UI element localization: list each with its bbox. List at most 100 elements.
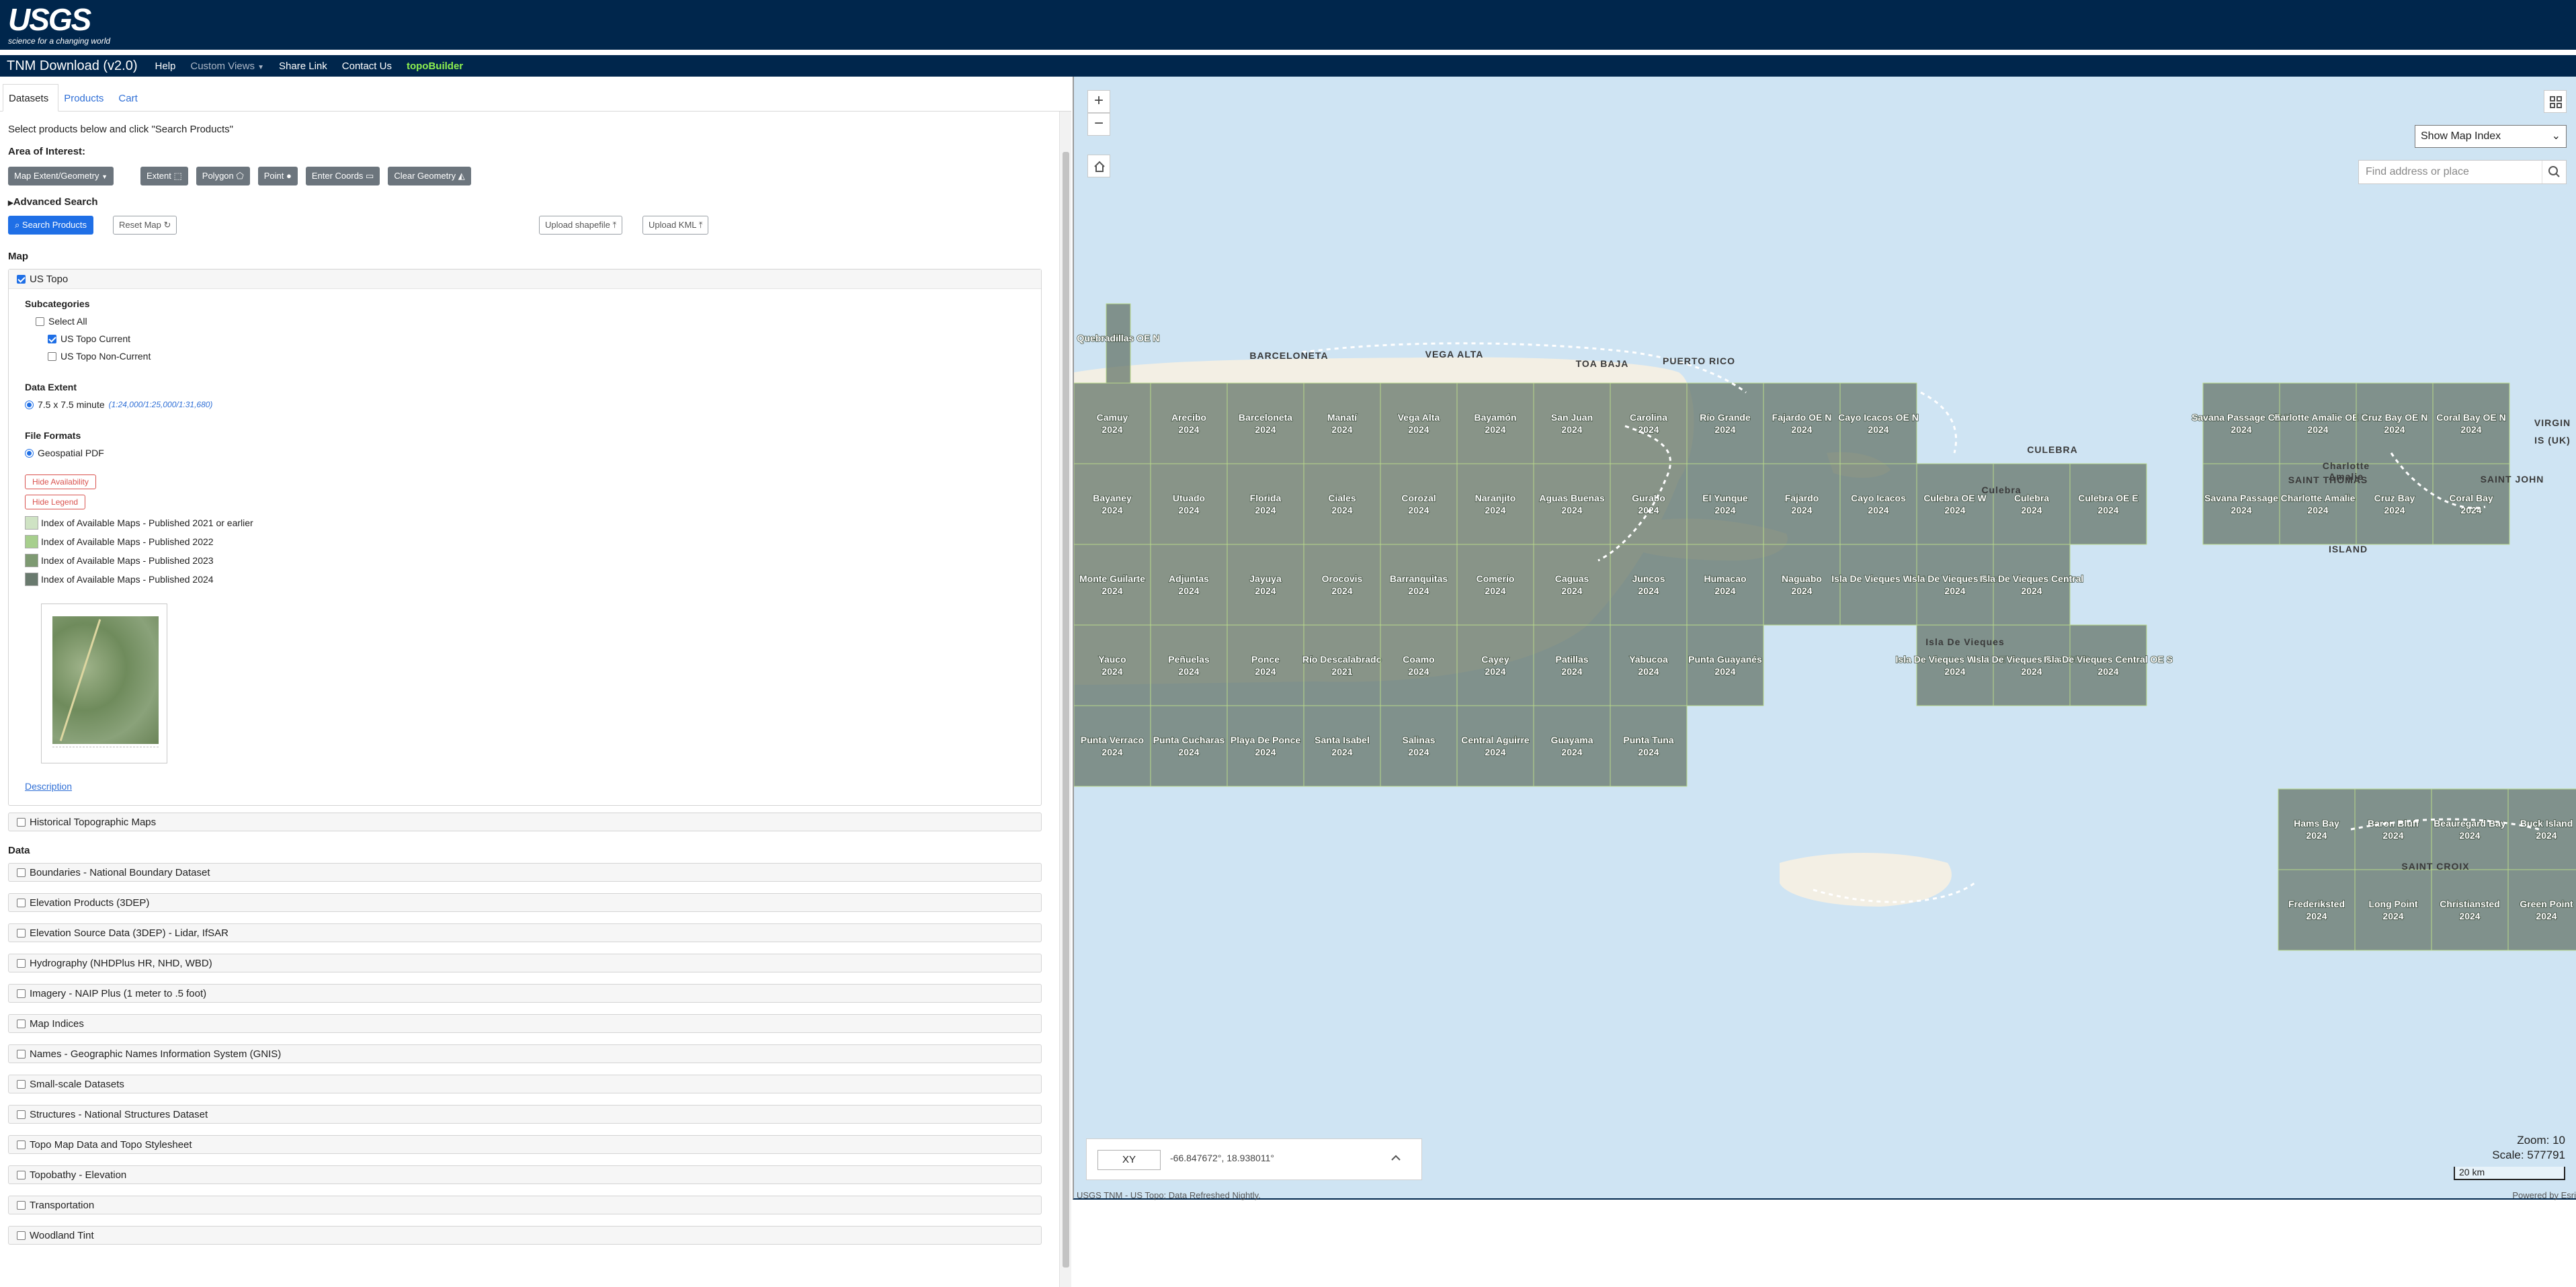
format-option-row[interactable]: Geospatial PDF [25,448,1025,458]
map-index-tile[interactable] [2279,382,2357,464]
map-index-tile[interactable] [1227,463,1304,545]
dataset-checkbox[interactable] [17,1170,26,1179]
map-index-tile[interactable] [1303,382,1381,464]
basemap-gallery-button[interactable] [2544,90,2567,113]
map-index-tile[interactable] [2069,624,2147,706]
dataset-accordion[interactable]: Small-scale Datasets [8,1075,1042,1093]
map-index-tile[interactable] [1456,624,1534,706]
map-index-tile[interactable] [1533,624,1611,706]
map-index-tile[interactable] [1610,624,1688,706]
map-index-tile[interactable] [1686,544,1764,626]
scrollbar-thumb[interactable] [1063,152,1069,1268]
map-index-tile[interactable] [1150,463,1228,545]
map-index-tile[interactable] [1456,705,1534,787]
dataset-checkbox[interactable] [17,1231,26,1240]
dataset-accordion[interactable]: Topo Map Data and Topo Stylesheet [8,1135,1042,1154]
map-index-tile[interactable] [1303,544,1381,626]
map-index-tile[interactable] [1686,463,1764,545]
map-index-tile[interactable] [1380,544,1458,626]
usgs-logo[interactable]: USGS science for a changing world [8,4,122,47]
map-index-tile[interactable] [1074,705,1151,787]
map-index-tile[interactable] [1533,705,1611,787]
map-index-tile[interactable] [1763,382,1841,464]
us-topo-header[interactable]: US Topo [9,269,1041,289]
tab-products[interactable]: Products [58,93,113,111]
point-button[interactable]: Point ● [257,167,298,185]
chevron-up-icon[interactable] [1389,1151,1403,1165]
map-index-tile[interactable] [1993,624,2071,706]
dataset-checkbox[interactable] [17,1110,26,1119]
map-index-tile[interactable] [1456,463,1534,545]
map-index-tile[interactable] [2431,788,2509,870]
us-topo-sample-thumbnail[interactable] [41,604,167,763]
map-index-tile[interactable] [1150,705,1228,787]
map-extent-geometry-dropdown[interactable]: Map Extent/Geometry ▼ [8,167,114,185]
us-topo-noncurrent-row[interactable]: US Topo Non-Current [25,351,1025,362]
map-index-tile[interactable] [2356,382,2434,464]
extent-7-5-radio[interactable] [25,400,34,409]
map-index-tile[interactable] [2507,788,2576,870]
hide-legend-button[interactable]: Hide Legend [25,495,86,509]
us-topo-noncurrent-checkbox[interactable] [48,351,56,361]
map-index-tile[interactable] [1150,382,1228,464]
dataset-accordion[interactable]: Topobathy - Elevation [8,1165,1042,1184]
map-index-tile[interactable] [1839,544,1917,626]
dataset-accordion[interactable]: Elevation Products (3DEP) [8,893,1042,912]
map-index-tile[interactable] [1227,705,1304,787]
tab-cart[interactable]: Cart [113,93,147,111]
map-index-tile[interactable] [1150,624,1228,706]
tab-datasets[interactable]: Datasets [3,84,59,112]
nav-contact-us[interactable]: Contact Us [342,60,392,72]
map-index-tile[interactable] [1993,544,2071,626]
map-index-tile[interactable] [2354,788,2432,870]
map-index-tile[interactable] [2202,382,2280,464]
dataset-checkbox[interactable] [17,928,26,938]
dataset-checkbox[interactable] [17,958,26,968]
nav-custom-views[interactable]: Custom Views ▼ [190,60,264,72]
dataset-accordion[interactable]: Imagery - NAIP Plus (1 meter to .5 foot) [8,984,1042,1003]
map-index-tile[interactable] [2278,788,2356,870]
dataset-checkbox[interactable] [17,1200,26,1210]
map-index-tile[interactable] [1456,382,1534,464]
left-panel-scrollbar[interactable] [1059,112,1071,1287]
nav-topobuilder[interactable]: topoBuilder [407,60,463,72]
map-index-tile[interactable] [1610,463,1688,545]
map-index-tile[interactable] [2507,869,2576,951]
map-index-tile[interactable] [1074,382,1151,464]
dataset-checkbox[interactable] [17,868,26,877]
zoom-in-button[interactable]: + [1087,90,1110,113]
map-index-tile[interactable] [2069,463,2147,545]
clear-geometry-button[interactable]: Clear Geometry ◭ [388,167,471,185]
home-button[interactable] [1087,155,1110,177]
historical-topo-accordion[interactable]: Historical Topographic Maps [8,813,1042,831]
map-index-tile[interactable] [1227,382,1304,464]
map-index-tile[interactable] [1916,544,1994,626]
map-index-tile[interactable] [1227,544,1304,626]
dataset-accordion[interactable]: Woodland Tint [8,1226,1042,1245]
historical-topo-checkbox[interactable] [17,817,26,827]
map-index-tile[interactable] [1686,382,1764,464]
us-topo-current-row[interactable]: US Topo Current [25,333,1025,344]
map-index-tile[interactable] [1763,544,1841,626]
dataset-accordion[interactable]: Hydrography (NHDPlus HR, NHD, WBD) [8,954,1042,972]
dataset-checkbox[interactable] [17,1049,26,1058]
upload-shapefile-button[interactable]: Upload shapefile ⤒ [539,216,623,235]
map-index-tile[interactable] [1380,382,1458,464]
map-index-tile[interactable] [1074,463,1151,545]
map-index-tile[interactable] [1610,382,1688,464]
map-index-tile[interactable] [1610,544,1688,626]
map-index-tile[interactable] [1686,624,1764,706]
us-topo-checkbox[interactable] [17,274,26,284]
map-index-tile[interactable] [1533,544,1611,626]
map-index-tile[interactable] [1533,382,1611,464]
nav-help[interactable]: Help [155,60,176,72]
advanced-search-toggle[interactable]: ▶Advanced Search [8,196,1059,208]
extent-button[interactable]: Extent ⬚ [140,167,188,185]
map-index-tile[interactable] [1610,705,1688,787]
map-index-tile[interactable] [1380,624,1458,706]
map-index-tile[interactable] [1303,624,1381,706]
dataset-accordion[interactable]: Names - Geographic Names Information Sys… [8,1044,1042,1063]
dataset-accordion[interactable]: Map Indices [8,1014,1042,1033]
select-all-row[interactable]: Select All [25,316,1025,327]
map-index-tile[interactable] [2202,463,2280,545]
